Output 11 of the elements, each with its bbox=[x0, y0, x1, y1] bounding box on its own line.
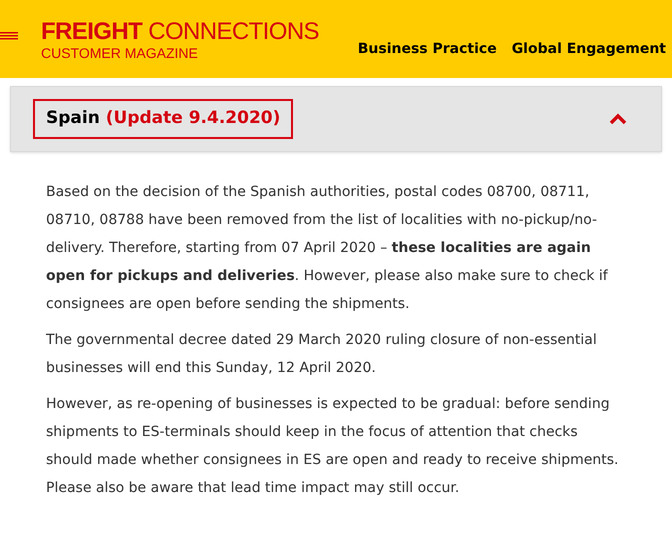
brand-logo[interactable]: FREIGHT CONNECTIONS bbox=[41, 20, 319, 44]
nav-link[interactable]: Global Engagement bbox=[512, 39, 666, 60]
brand-subtitle: CUSTOMER MAGAZINE bbox=[41, 46, 199, 60]
accordion-title: Spain (Update 9.4.2020) bbox=[33, 99, 294, 139]
nav-link[interactable]: Business Practice bbox=[358, 39, 497, 60]
body-paragraph: Based on the decision of the Spanish authorities, postal codes 08700, 08711, 08710, 08788 have been removed from the list of localities with no-pickup/no-delivery. Therefore, starting from 07 April 2020 – these localities are again open for pickups and deliveries. However, please also make sure to check if consignees are open before sending the shipments. bbox=[46, 183, 609, 314]
menu-icon[interactable] bbox=[0, 32, 18, 40]
body-paragraph: The governmental decree dated 29 March 2020 ruling closure of non-essential businesses will end this Sunday, 12 April 2020. bbox=[46, 331, 598, 378]
body-paragraph: However, as re-opening of businesses is expected to be gradual: before sending shipments to ES-terminals should keep in the focus of attention that checks should made whether consignees in ES are open and ready to receive shipments. Please also be aware that lead time impact may still occur. bbox=[46, 395, 620, 498]
accordion-header[interactable]: Spain (Update 9.4.2020) bbox=[10, 86, 662, 152]
chevron-up-icon[interactable] bbox=[609, 113, 627, 125]
